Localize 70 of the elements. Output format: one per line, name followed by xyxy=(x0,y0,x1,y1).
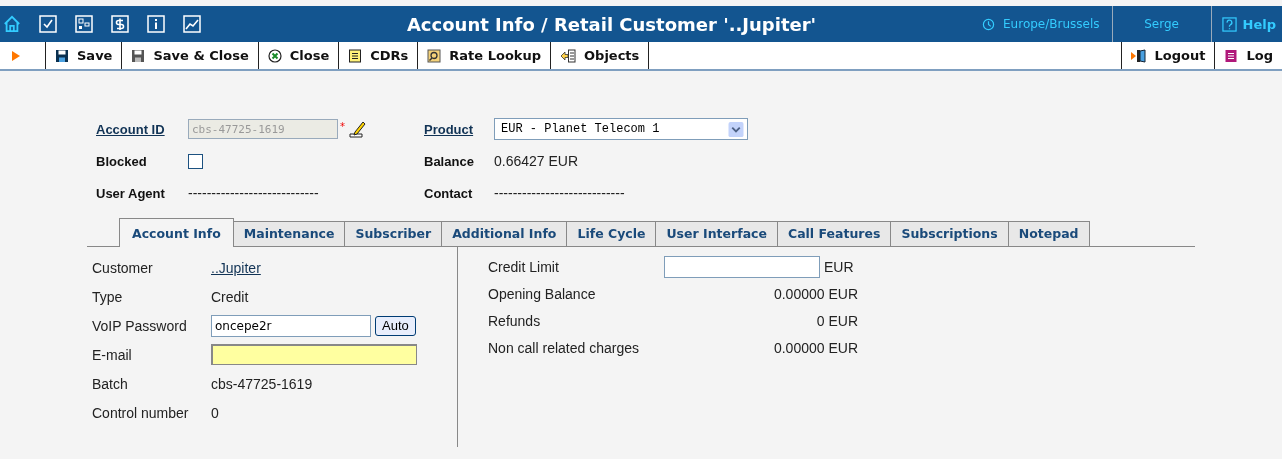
field-label: Control number xyxy=(91,404,190,421)
field-label: Non call related charges xyxy=(488,339,640,356)
amount-value: 0.00000 EUR xyxy=(772,285,858,302)
tab[interactable]: User Interface xyxy=(655,221,778,246)
tab[interactable]: Notepad xyxy=(1007,221,1090,246)
field-label: Balance xyxy=(424,153,475,169)
chart-icon[interactable] xyxy=(183,15,201,33)
dollar-icon[interactable] xyxy=(111,15,129,33)
toolbar-button[interactable]: Close xyxy=(258,42,340,69)
grid-icon[interactable] xyxy=(75,15,93,33)
field-label: User Agent xyxy=(96,185,166,201)
tab[interactable]: Maintenance xyxy=(232,221,346,246)
caret-icon xyxy=(728,121,744,137)
field-label: Batch xyxy=(91,375,129,392)
field-label: Blocked xyxy=(96,153,148,169)
user-agent-value: ---------------------------- xyxy=(188,185,319,201)
toolbar-button[interactable]: CDRs xyxy=(339,42,419,69)
field-label: E-mail xyxy=(91,346,133,363)
clock-icon xyxy=(982,17,996,31)
password-field[interactable]: oncepe2r xyxy=(211,314,371,337)
product-select[interactable]: EUR - Planet Telecom 1 xyxy=(494,118,748,140)
checkbox-icon[interactable] xyxy=(39,15,57,33)
currency-label: EUR xyxy=(824,258,854,275)
amount-value: 0 EUR xyxy=(815,312,858,329)
tab[interactable]: Subscriber xyxy=(344,221,443,246)
log-button[interactable]: Log xyxy=(1214,42,1282,69)
credit-limit-field[interactable] xyxy=(664,255,820,278)
toolbar-button[interactable]: Objects xyxy=(551,42,650,69)
field-label: Opening Balance xyxy=(488,285,597,302)
required-mark: * xyxy=(340,121,345,132)
help-link[interactable]: Help xyxy=(1211,16,1282,32)
toolbar-button[interactable]: Save xyxy=(46,42,123,69)
email-field[interactable] xyxy=(211,344,417,365)
door-icon xyxy=(1130,48,1147,63)
close-icon xyxy=(267,48,282,63)
document-icon xyxy=(1224,48,1239,63)
customer-link[interactable]: ..Jupiter xyxy=(211,259,261,276)
home-icon[interactable] xyxy=(3,15,21,33)
document-icon xyxy=(348,48,363,63)
page-title: Account Info / Retail Customer '..Jupiter' xyxy=(405,13,818,35)
field-label: Credit Limit xyxy=(488,258,560,275)
tab[interactable]: Life Cycle xyxy=(566,221,657,246)
info-icon[interactable] xyxy=(147,15,165,33)
auto-button[interactable]: Auto xyxy=(375,315,416,336)
field-value: cbs-47725-1619 xyxy=(211,375,313,392)
field-value: 0 xyxy=(211,404,219,421)
tab[interactable]: Subscriptions xyxy=(890,221,1009,246)
tab[interactable]: Additional Info xyxy=(441,221,568,246)
tab[interactable]: Account Info xyxy=(119,218,234,247)
logout-button[interactable]: Logout xyxy=(1120,42,1215,69)
help-icon xyxy=(1221,16,1237,32)
toolbar-button[interactable]: Rate Lookup xyxy=(418,42,552,69)
amount-value: 0.00000 EUR xyxy=(772,339,858,356)
balance-value: 0.66427 EUR xyxy=(494,153,579,169)
magnifier-icon xyxy=(427,48,442,63)
blocked-checkbox[interactable] xyxy=(188,153,203,169)
toolbar-button[interactable]: Save & Close xyxy=(122,42,259,69)
contact-value: ---------------------------- xyxy=(494,185,625,201)
field-label: Customer xyxy=(91,259,154,276)
arrow-document-icon xyxy=(560,48,577,63)
field-label: Refunds xyxy=(488,312,542,329)
field-label: Type xyxy=(91,288,124,305)
product-link[interactable]: Product xyxy=(424,121,494,137)
field-label: Contact xyxy=(424,185,474,201)
account-id-link[interactable]: Account ID xyxy=(96,121,188,137)
pencil-icon[interactable] xyxy=(347,119,367,139)
play-icon xyxy=(12,50,20,61)
tab[interactable]: Call Features xyxy=(776,221,892,246)
field-value: Credit xyxy=(211,288,249,305)
field-label: VoIP Password xyxy=(91,317,188,334)
